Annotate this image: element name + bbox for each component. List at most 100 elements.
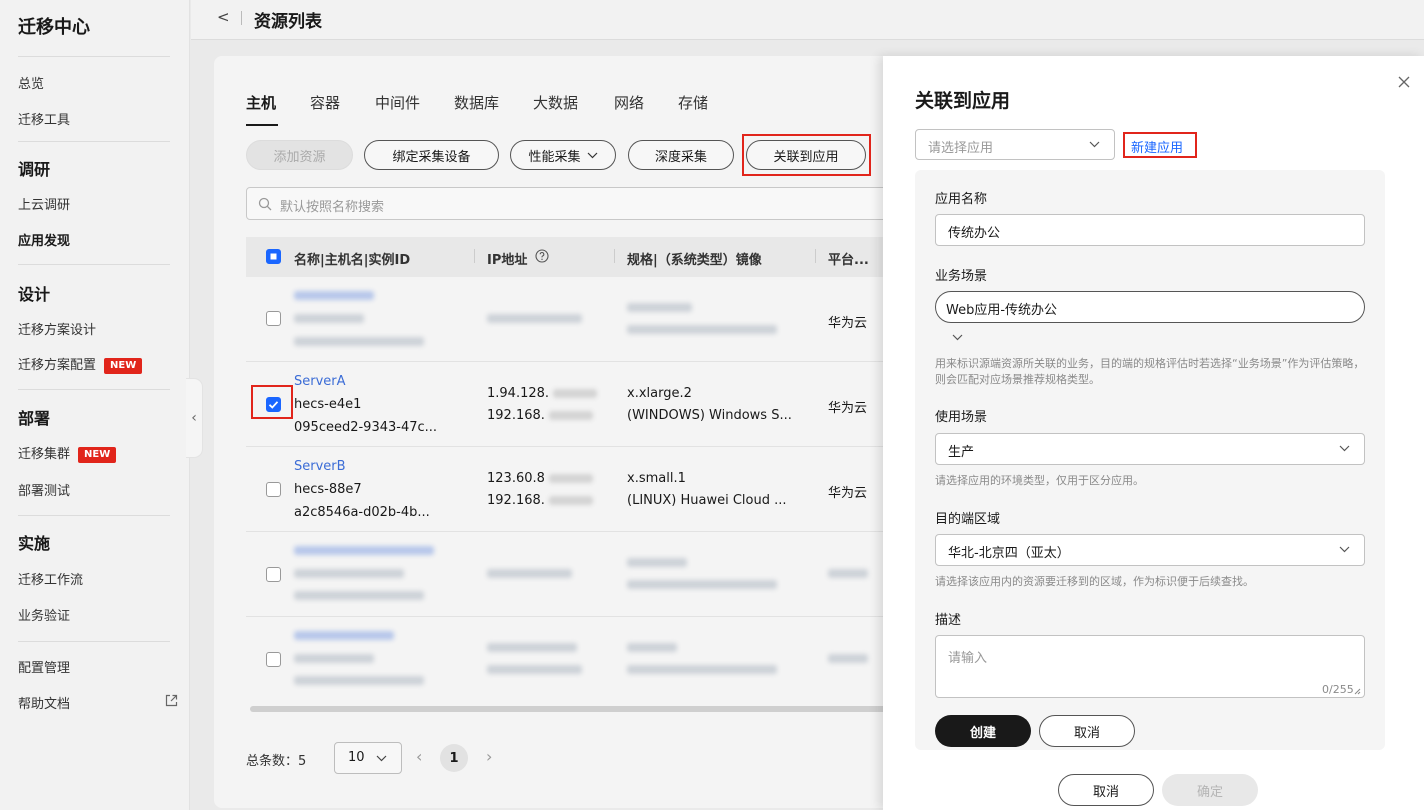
usage-value: 生产 (948, 445, 975, 460)
region-value: 华北-北京四（亚太） (948, 546, 1070, 561)
add-resource-button[interactable]: 添加资源 (246, 140, 353, 170)
highlight-box (742, 134, 871, 176)
sidebar-item-config-mgmt[interactable]: 配置管理 (18, 657, 70, 676)
bind-device-button[interactable]: 绑定采集设备 (364, 140, 499, 170)
column-divider (815, 249, 816, 263)
blurred-text (828, 569, 868, 578)
sidebar-divider (18, 515, 170, 516)
blurred-text (627, 558, 687, 567)
sidebar-item-deploy-test[interactable]: 部署测试 (18, 480, 70, 499)
drawer-title: 关联到应用 (915, 90, 1011, 112)
sidebar-group-deploy: 部署 (18, 409, 51, 428)
platform-cell: 华为云 (828, 486, 868, 501)
indeterminate-icon (270, 253, 277, 260)
column-header-ip: IP地址 (487, 253, 528, 268)
ip-cell: 192.168. (487, 493, 593, 508)
resize-handle-icon[interactable] (1354, 688, 1361, 695)
spec-cell: x.small.1 (627, 471, 686, 486)
blurred-text (294, 291, 374, 300)
prev-page-icon[interactable]: ‹ (416, 747, 422, 766)
row-checkbox[interactable] (266, 652, 281, 667)
column-divider (474, 249, 475, 263)
sidebar-item-tools[interactable]: 迁移工具 (18, 109, 70, 128)
usage-select[interactable] (935, 433, 1365, 465)
blurred-text (553, 389, 598, 398)
header: < 资源列表 (191, 0, 1424, 40)
cancel-create-button[interactable]: 取消 (1039, 715, 1135, 747)
server-name-link[interactable]: ServerA (294, 374, 346, 389)
sidebar-item-label: 迁移集群 (18, 447, 71, 462)
row-checkbox[interactable] (266, 311, 281, 326)
tab-host[interactable]: 主机 (246, 92, 276, 113)
sidebar-group-implement: 实施 (18, 534, 51, 553)
close-icon[interactable] (1397, 75, 1411, 89)
perf-collect-label: 性能采集 (528, 149, 581, 165)
horizontal-scrollbar[interactable] (250, 706, 890, 712)
sidebar-item-plan-design[interactable]: 迁移方案设计 (18, 319, 96, 338)
chevron-down-icon (376, 755, 387, 762)
page-number[interactable]: 1 (440, 744, 468, 772)
sidebar-divider (18, 264, 170, 265)
spec-cell: x.xlarge.2 (627, 386, 692, 401)
biz-scene-hint: 用来标识源端资源所关联的业务，目的端的规格评估时若选择“业务场景”作为评估策略，… (935, 357, 1365, 386)
instance-id-cell: a2c8546a-d02b-4b... (294, 505, 430, 520)
blurred-text (487, 643, 577, 652)
create-button[interactable]: 创建 (935, 715, 1031, 747)
highlight-box (1123, 132, 1197, 158)
ip-cell: 123.60.8 (487, 471, 593, 486)
row-divider (246, 361, 896, 362)
platform-cell: 华为云 (828, 316, 868, 331)
page-size-select[interactable] (334, 742, 402, 774)
help-icon[interactable] (535, 249, 549, 263)
sidebar-divider (18, 141, 170, 142)
row-checkbox[interactable] (266, 567, 281, 582)
blurred-text (828, 654, 868, 663)
page-title: 资源列表 (254, 12, 322, 32)
usage-hint: 请选择应用的环境类型，仅用于区分应用。 (935, 474, 1144, 487)
next-page-icon[interactable]: › (486, 747, 492, 766)
column-header-platform: 平台... (828, 253, 869, 268)
sidebar-item-cloud-survey[interactable]: 上云调研 (18, 194, 70, 213)
sidebar: 迁移中心 总览 迁移工具 调研 上云调研 应用发现 设计 迁移方案设计 迁移方案… (0, 0, 190, 810)
confirm-button[interactable]: 确定 (1162, 774, 1258, 806)
chevron-down-icon[interactable] (952, 334, 963, 341)
sidebar-item-workflow[interactable]: 迁移工作流 (18, 569, 83, 588)
sidebar-item-help-docs[interactable]: 帮助文档 (18, 693, 70, 712)
search-placeholder: 默认按照名称搜索 (280, 200, 385, 215)
app-name-label: 应用名称 (935, 192, 988, 207)
external-link-icon[interactable] (165, 694, 178, 707)
sidebar-item-verify[interactable]: 业务验证 (18, 605, 70, 624)
tab-bigdata[interactable]: 大数据 (533, 92, 578, 113)
region-hint: 请选择该应用内的资源要迁移到的区域，作为标识便于后续查找。 (935, 575, 1254, 588)
blurred-text (627, 303, 692, 312)
row-divider (246, 446, 896, 447)
server-name-link[interactable]: ServerB (294, 459, 346, 474)
select-all-checkbox[interactable] (266, 249, 281, 264)
tab-network[interactable]: 网络 (614, 92, 644, 113)
biz-scene-label: 业务场景 (935, 269, 988, 284)
chevron-down-icon (1089, 141, 1100, 148)
search-icon (258, 197, 272, 211)
sidebar-item-app-discovery[interactable]: 应用发现 (18, 230, 70, 249)
cancel-button[interactable]: 取消 (1058, 774, 1154, 806)
sidebar-collapse-button[interactable]: ‹ (186, 378, 203, 458)
deep-collect-button[interactable]: 深度采集 (628, 140, 734, 170)
desc-label: 描述 (935, 613, 962, 628)
row-checkbox[interactable] (266, 482, 281, 497)
platform-cell: 华为云 (828, 401, 868, 416)
sidebar-item-cluster[interactable]: 迁移集群 NEW (18, 443, 117, 463)
tab-middleware[interactable]: 中间件 (375, 92, 420, 113)
tab-container[interactable]: 容器 (310, 92, 340, 113)
blurred-text (548, 496, 593, 505)
blurred-text (294, 676, 424, 685)
sidebar-divider (18, 641, 170, 642)
tab-storage[interactable]: 存储 (678, 92, 708, 113)
perf-collect-button[interactable]: 性能采集 (510, 140, 616, 170)
sidebar-item-overview[interactable]: 总览 (18, 73, 44, 92)
blurred-text (548, 411, 593, 420)
desc-textarea[interactable] (935, 635, 1365, 698)
tab-database[interactable]: 数据库 (454, 92, 499, 113)
sidebar-item-plan-config[interactable]: 迁移方案配置 NEW (18, 354, 143, 374)
public-ip: 1.94.128. (487, 386, 550, 401)
back-icon[interactable]: < (217, 8, 230, 26)
